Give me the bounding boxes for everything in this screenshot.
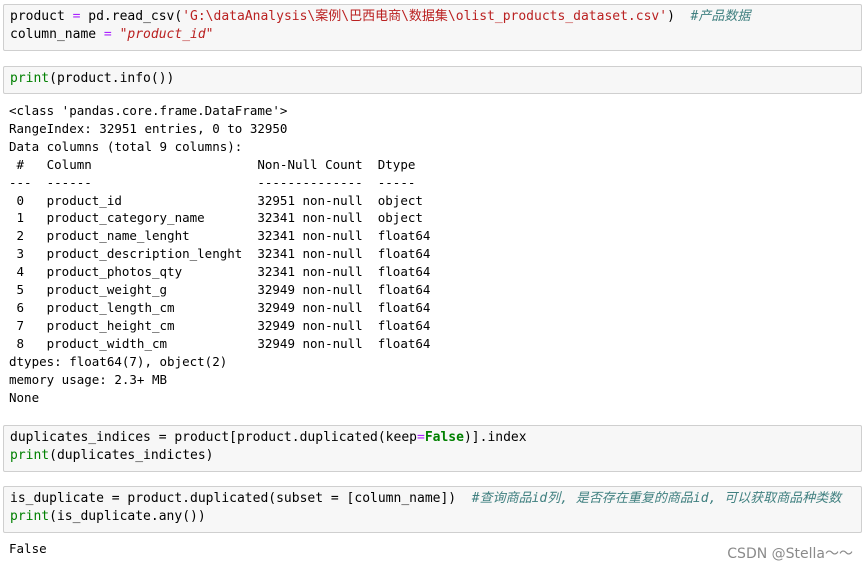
code-comment: #查询商品id列, 是否存在重复的商品id, 可以获取商品种类数 — [471, 491, 842, 506]
code-token: = — [96, 27, 120, 42]
code-token: False — [424, 430, 464, 445]
code-line: product = pd.read_csv('G:\dataAnalysis\案… — [10, 8, 855, 26]
code-token: print — [10, 71, 50, 86]
code-token: is_duplicate = product.duplicated(subset… — [10, 491, 457, 506]
code-line: print(duplicates_indictes) — [10, 447, 855, 465]
code-token: ) — [667, 9, 675, 24]
code-token: = — [64, 9, 89, 24]
code-token: pd.read_csv( — [88, 9, 183, 24]
code-token: print — [10, 509, 50, 524]
code-token: product — [10, 9, 65, 24]
code-cell-print-info[interactable]: print(product.info()) — [3, 66, 862, 94]
code-token: )].index — [463, 430, 527, 445]
code-comment: #产品数据 — [690, 9, 751, 24]
code-cell-duplicates[interactable]: duplicates_indices = product[product.dup… — [3, 425, 862, 472]
watermark: CSDN @Stella～～ — [727, 546, 853, 562]
code-token: = — [417, 430, 425, 445]
code-line: duplicates_indices = product[product.dup… — [10, 429, 855, 447]
code-token: duplicates_indices = product[product.dup… — [10, 430, 417, 445]
code-line: print(product.info()) — [10, 70, 855, 88]
code-token: print — [10, 448, 50, 463]
code-cell-read-csv[interactable]: product = pd.read_csv('G:\dataAnalysis\案… — [3, 4, 862, 51]
code-token: column_name — [10, 27, 97, 42]
code-token: (product.info()) — [49, 71, 175, 86]
code-line: print(is_duplicate.any()) — [10, 508, 855, 526]
code-token: "product_id" — [119, 27, 214, 42]
code-token: (is_duplicate.any()) — [49, 509, 206, 524]
code-line: column_name = "product_id" — [10, 26, 855, 44]
cell-output-info: <class 'pandas.core.frame.DataFrame'> Ra… — [9, 103, 431, 405]
code-line: is_duplicate = product.duplicated(subset… — [10, 490, 855, 508]
code-token: (duplicates_indictes) — [49, 448, 214, 463]
code-cell-is-duplicate[interactable]: is_duplicate = product.duplicated(subset… — [3, 486, 862, 533]
code-token: 'G:\dataAnalysis\案例\巴西电商\数据集\olist_produ… — [182, 9, 668, 24]
